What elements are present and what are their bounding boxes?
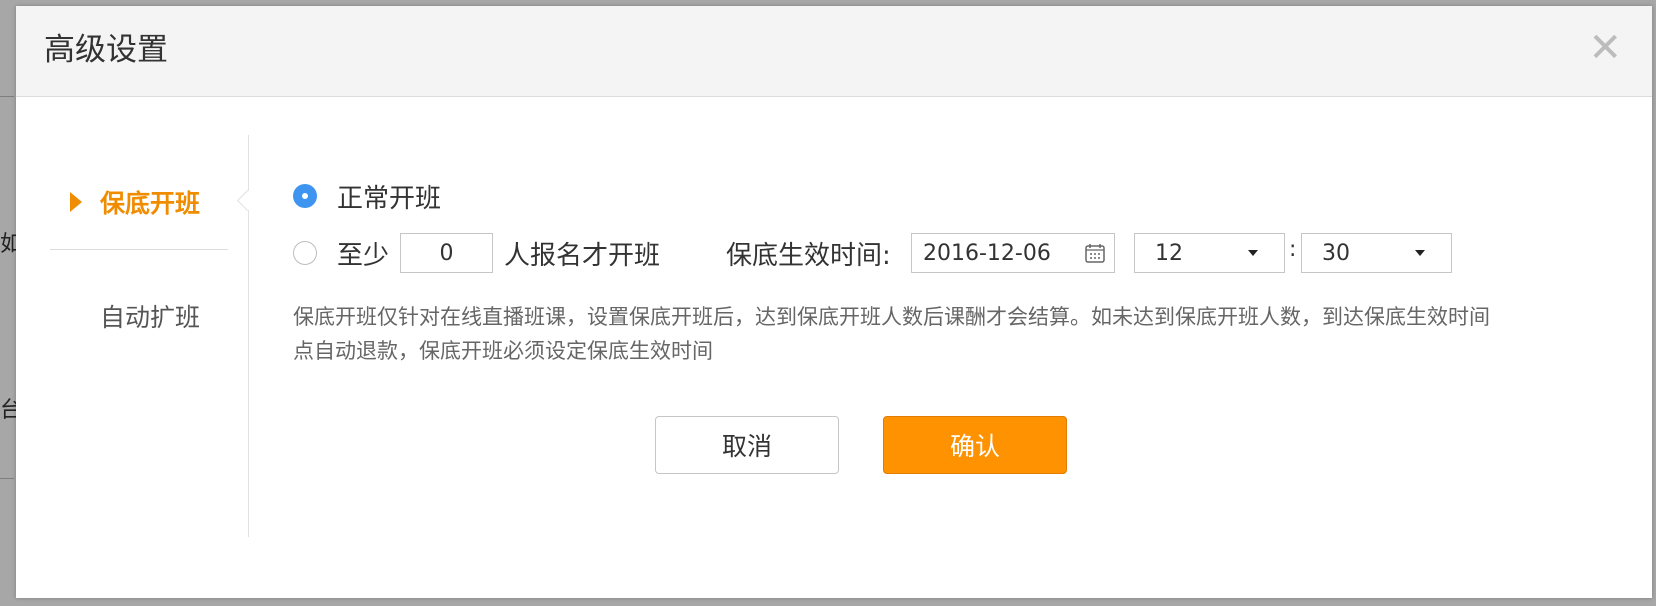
sidebar-item-guaranteed-class[interactable]: 保底开班 — [70, 182, 200, 222]
description-text: 保底开班仅针对在线直播班课，设置保底开班后，达到保底开班人数后课酬才会结算。如未… — [293, 305, 1490, 363]
caret-down-icon — [1248, 250, 1258, 256]
background-divider — [0, 478, 14, 479]
cancel-button[interactable]: 取消 — [655, 416, 839, 474]
close-icon[interactable]: ✕ — [1588, 28, 1622, 68]
time-separator: : — [1289, 237, 1297, 262]
dialog-title: 高级设置 — [44, 32, 168, 68]
radio-normal[interactable] — [293, 184, 317, 208]
sidebar-item-auto-expand[interactable]: 自动扩班 — [100, 298, 200, 334]
date-picker[interactable]: 2016-12-06 — [911, 233, 1115, 273]
sidebar-separator — [50, 249, 228, 250]
minute-select[interactable]: 30 — [1301, 233, 1452, 273]
minute-value: 30 — [1322, 240, 1350, 266]
confirm-button[interactable]: 确认 — [883, 416, 1067, 474]
caret-right-icon — [70, 192, 82, 212]
option-normal-label: 正常开班 — [337, 183, 442, 214]
option-minimum-prefix: 至少 — [337, 240, 390, 271]
hour-value: 12 — [1155, 240, 1183, 266]
effective-time-label: 保底生效时间: — [726, 241, 891, 271]
radio-minimum[interactable] — [293, 241, 317, 265]
option-minimum-row: 至少 — [293, 233, 389, 273]
option-normal-row: 正常开班 — [293, 176, 441, 216]
minimum-count-input[interactable] — [400, 233, 493, 273]
caret-down-icon — [1415, 250, 1425, 256]
calendar-icon — [1085, 244, 1105, 263]
sidebar-item-label: 保底开班 — [100, 189, 201, 218]
date-value: 2016-12-06 — [923, 240, 1051, 266]
hour-select[interactable]: 12 — [1134, 233, 1285, 273]
option-minimum-suffix: 人报名才开班 — [504, 241, 661, 271]
background-divider — [0, 96, 14, 97]
dialog-header: 高级设置 ✕ — [16, 6, 1652, 97]
